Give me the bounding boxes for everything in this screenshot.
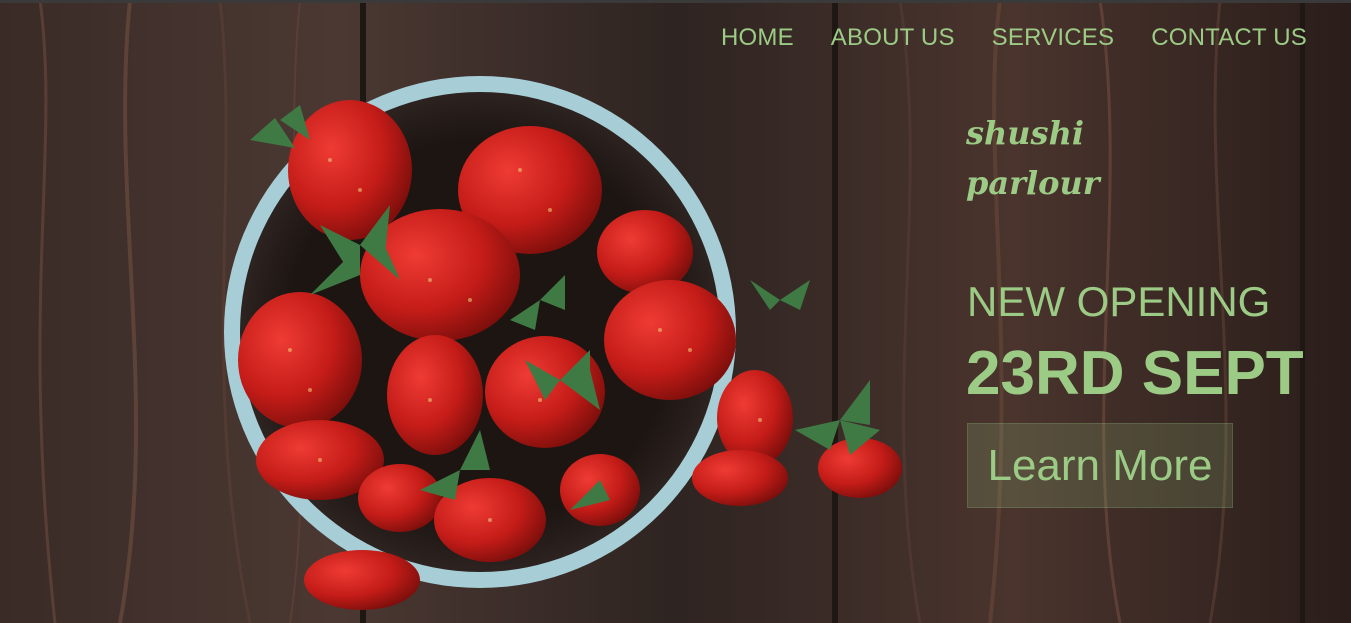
top-border <box>0 0 1351 3</box>
nav-contact-link[interactable]: CONTACT US <box>1151 24 1307 52</box>
nav-services-link[interactable]: SERVICES <box>992 24 1115 52</box>
nav-home-link[interactable]: HOME <box>721 24 794 52</box>
main-nav: HOME ABOUT US SERVICES CONTACT US <box>721 24 1307 52</box>
announcement-text: NEW OPENING <box>967 278 1271 325</box>
opening-date: 23RD SEPT <box>966 339 1304 408</box>
nav-about-link[interactable]: ABOUT US <box>831 24 955 52</box>
brand-line-2: parlour <box>966 164 1100 202</box>
brand-line-1: shushi <box>966 114 1084 152</box>
hero-section: HOME ABOUT US SERVICES CONTACT US shushi… <box>0 0 1351 623</box>
brand-logo: shushi parlour <box>966 108 1100 208</box>
learn-more-button[interactable]: Learn More <box>967 423 1233 508</box>
